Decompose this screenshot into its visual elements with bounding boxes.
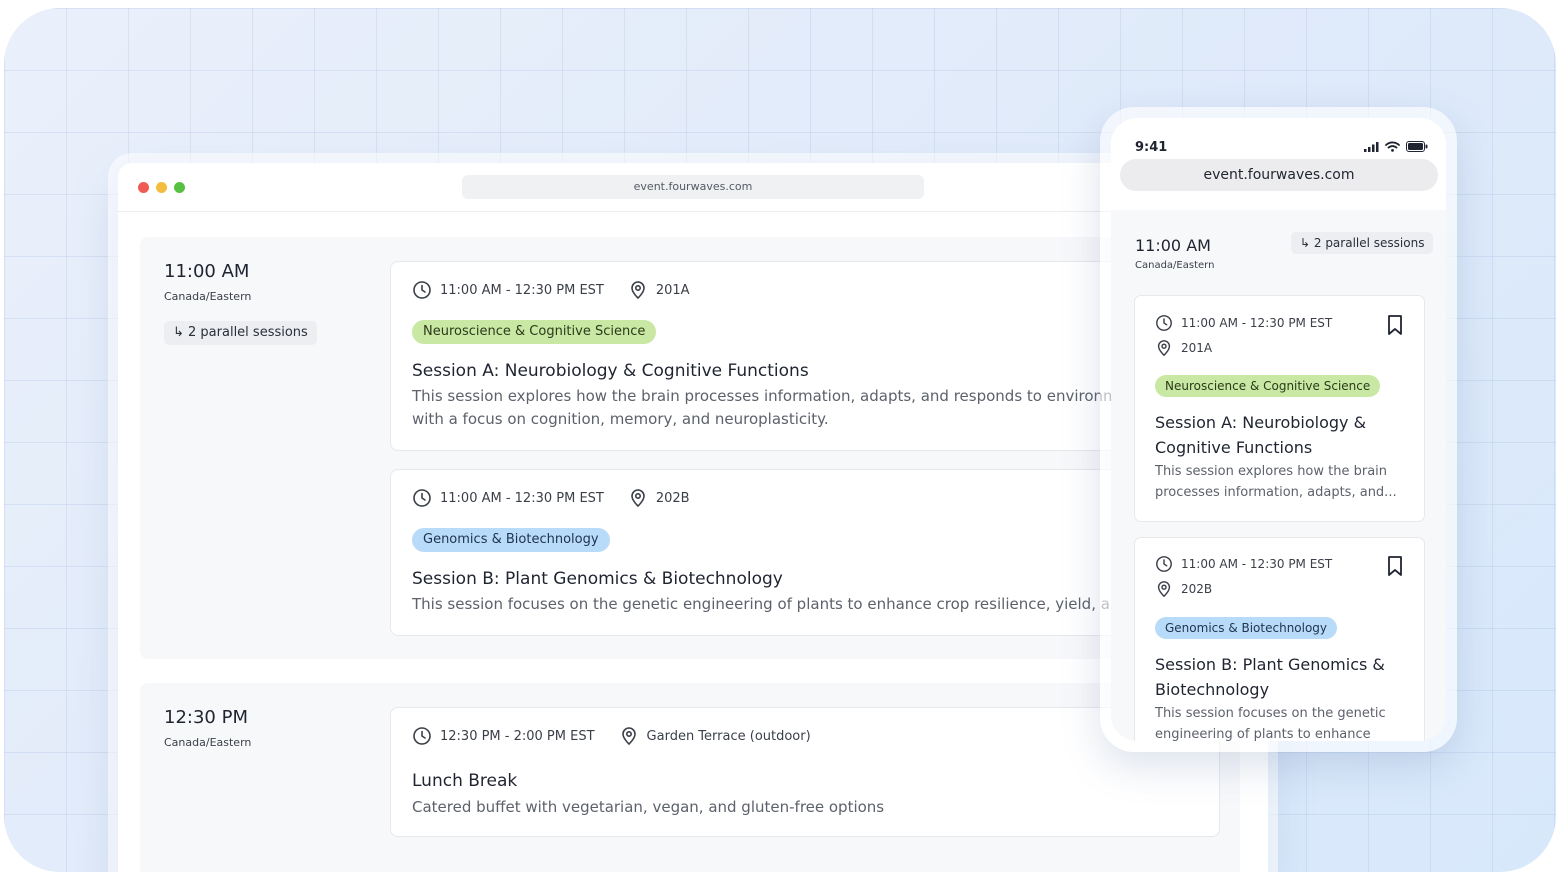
mobile-schedule: 11:00 AM Canada/Eastern ↳ 2 parallel ses… [1111, 210, 1446, 741]
browser-toolbar: event.fourwaves.com [118, 163, 1268, 212]
session-time-row: 11:00 AM - 12:30 PM EST [1155, 555, 1332, 573]
session-title[interactable]: Session B: Plant Genomics & Biotechnolog… [1155, 652, 1405, 702]
session-room: 201A [1181, 341, 1213, 355]
slot-timezone: Canada/Eastern [1135, 260, 1215, 271]
minimize-window-button[interactable] [156, 182, 167, 193]
session-meta: 11:00 AM - 12:30 PM EST 201A [412, 280, 690, 300]
bookmark-icon[interactable] [1386, 555, 1404, 577]
session-room-row: 201A [1155, 339, 1212, 357]
slot-time: 11:00 AM [164, 261, 250, 282]
location-pin-icon [631, 281, 645, 300]
battery-icon [1406, 141, 1428, 152]
session-card[interactable]: 11:00 AM - 12:30 PM EST 201A Neuroscienc… [1134, 295, 1425, 522]
session-time-range: 11:00 AM - 12:30 PM EST [440, 490, 604, 506]
desktop-browser-window: event.fourwaves.com 11:00 AM Canada/East… [118, 163, 1268, 872]
session-title[interactable]: Session A: Neurobiology & Cognitive Func… [1155, 410, 1405, 460]
session-time-range: 11:00 AM - 12:30 PM EST [440, 282, 604, 298]
clock-icon [1156, 556, 1172, 572]
session-description: This session explores how the brain proc… [1155, 464, 1397, 500]
session-description: Catered buffet with vegetarian, vegan, a… [412, 798, 885, 816]
clock-icon [1156, 315, 1172, 331]
slot-time: 12:30 PM [164, 707, 248, 728]
slot-timezone: Canada/Eastern [164, 290, 252, 303]
session-room: Garden Terrace (outdoor) [646, 728, 811, 744]
session-room: 201A [655, 282, 690, 298]
clock-icon [413, 281, 431, 299]
session-time-range: 12:30 PM - 2:00 PM EST [440, 728, 595, 744]
wifi-icon [1385, 141, 1400, 152]
parallel-sessions-badge[interactable]: ↳ 2 parallel sessions [164, 321, 317, 345]
session-time-range: 11:00 AM - 12:30 PM EST [1181, 316, 1333, 330]
topic-tag[interactable]: Genomics & Biotechnology [1155, 617, 1338, 639]
signal-icon [1364, 141, 1379, 152]
slot-timezone: Canada/Eastern [164, 736, 252, 749]
session-title[interactable]: Session B: Plant Genomics & Biotechnolog… [412, 569, 783, 589]
session-card[interactable]: 12:30 PM - 2:00 PM EST Garden Terrace (o… [390, 707, 1220, 837]
location-pin-icon [631, 489, 645, 508]
parallel-sessions-badge[interactable]: ↳ 2 parallel sessions [1291, 232, 1434, 254]
mobile-device: 9:41 event.fourwaves.com 11:00 AM Canada… [1100, 107, 1457, 752]
clock-icon [413, 727, 431, 745]
time-slot-block: 12:30 PM Canada/Eastern 12:30 PM - 2:00 … [140, 683, 1240, 872]
mobile-address-bar[interactable]: event.fourwaves.com [1120, 159, 1438, 191]
slot-time: 11:00 AM [1135, 236, 1211, 255]
time-slot-block: 11:00 AM Canada/Eastern ↳ 2 parallel ses… [140, 237, 1240, 659]
location-pin-icon [1157, 581, 1171, 598]
address-bar[interactable]: event.fourwaves.com [462, 175, 924, 199]
session-room: 202B [1181, 582, 1213, 596]
topic-tag[interactable]: Genomics & Biotechnology [412, 528, 610, 552]
session-description: This session focuses on the genetic engi… [1155, 706, 1386, 741]
session-card[interactable]: 11:00 AM - 12:30 PM EST 202B Genomics & … [1134, 537, 1425, 741]
session-description: This session focuses on the genetic engi… [412, 595, 1220, 613]
session-description: This session explores how the brain proc… [412, 387, 1217, 428]
session-time-row: 11:00 AM - 12:30 PM EST [1155, 314, 1332, 332]
topic-tag[interactable]: Neuroscience & Cognitive Science [1155, 375, 1381, 397]
mobile-screen: 9:41 event.fourwaves.com 11:00 AM Canada… [1111, 118, 1446, 741]
session-title[interactable]: Session A: Neurobiology & Cognitive Func… [412, 361, 809, 381]
clock-icon [413, 489, 431, 507]
session-card[interactable]: 11:00 AM - 12:30 PM EST 202B Genomics & … [390, 469, 1220, 636]
session-time-range: 11:00 AM - 12:30 PM EST [1181, 557, 1333, 571]
background-stage: event.fourwaves.com 11:00 AM Canada/East… [4, 8, 1556, 872]
session-meta: 11:00 AM - 12:30 PM EST 202B [412, 488, 690, 508]
topic-tag[interactable]: Neuroscience & Cognitive Science [412, 320, 657, 344]
status-bar-icons [1364, 141, 1428, 152]
close-window-button[interactable] [138, 182, 149, 193]
session-room: 202B [655, 490, 690, 506]
location-pin-icon [1157, 340, 1171, 357]
status-bar-clock: 9:41 [1135, 140, 1168, 155]
location-pin-icon [621, 727, 636, 746]
session-title[interactable]: Lunch Break [412, 771, 517, 791]
bookmark-icon[interactable] [1386, 314, 1404, 336]
session-meta: 12:30 PM - 2:00 PM EST Garden Terrace (o… [412, 726, 811, 746]
session-room-row: 202B [1155, 580, 1212, 598]
session-card[interactable]: 11:00 AM - 12:30 PM EST 201A Neuroscienc… [390, 261, 1220, 451]
maximize-window-button[interactable] [174, 182, 185, 193]
